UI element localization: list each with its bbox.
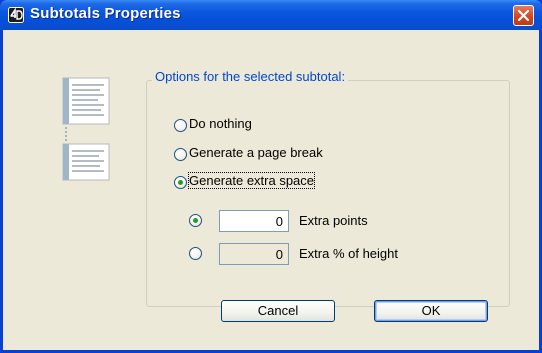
close-button[interactable] xyxy=(513,5,534,26)
option-extra-space-label[interactable]: Generate extra space xyxy=(187,172,316,189)
option-do-nothing-label[interactable]: Do nothing xyxy=(189,116,252,131)
option-page-break-label[interactable]: Generate a page break xyxy=(189,145,323,160)
radio-selected-dot xyxy=(193,218,198,223)
extra-points-label: Extra points xyxy=(299,213,368,228)
radio-extra-points[interactable] xyxy=(189,214,202,227)
extra-height-label: Extra % of height xyxy=(299,246,398,261)
cancel-button[interactable]: Cancel xyxy=(221,300,335,322)
title-bar[interactable]: Subtotals Properties xyxy=(0,0,542,30)
window-title: Subtotals Properties xyxy=(30,5,181,22)
radio-do-nothing[interactable] xyxy=(174,119,187,132)
extra-height-field[interactable]: 0 xyxy=(219,243,289,265)
subtotal-options-group xyxy=(146,80,510,307)
group-title: Options for the selected subtotal: xyxy=(152,69,349,84)
4d-app-icon xyxy=(8,7,24,23)
radio-page-break[interactable] xyxy=(174,148,187,161)
radio-extra-height[interactable] xyxy=(189,247,202,260)
subtotal-document-icon xyxy=(62,77,110,181)
ok-button[interactable]: OK xyxy=(374,300,488,322)
radio-selected-dot xyxy=(178,180,183,185)
close-icon xyxy=(517,9,530,22)
extra-points-field[interactable]: 0 xyxy=(219,210,289,232)
dialog-window: Subtotals Properties Options for the sel… xyxy=(0,0,542,353)
radio-extra-space[interactable] xyxy=(174,176,187,189)
